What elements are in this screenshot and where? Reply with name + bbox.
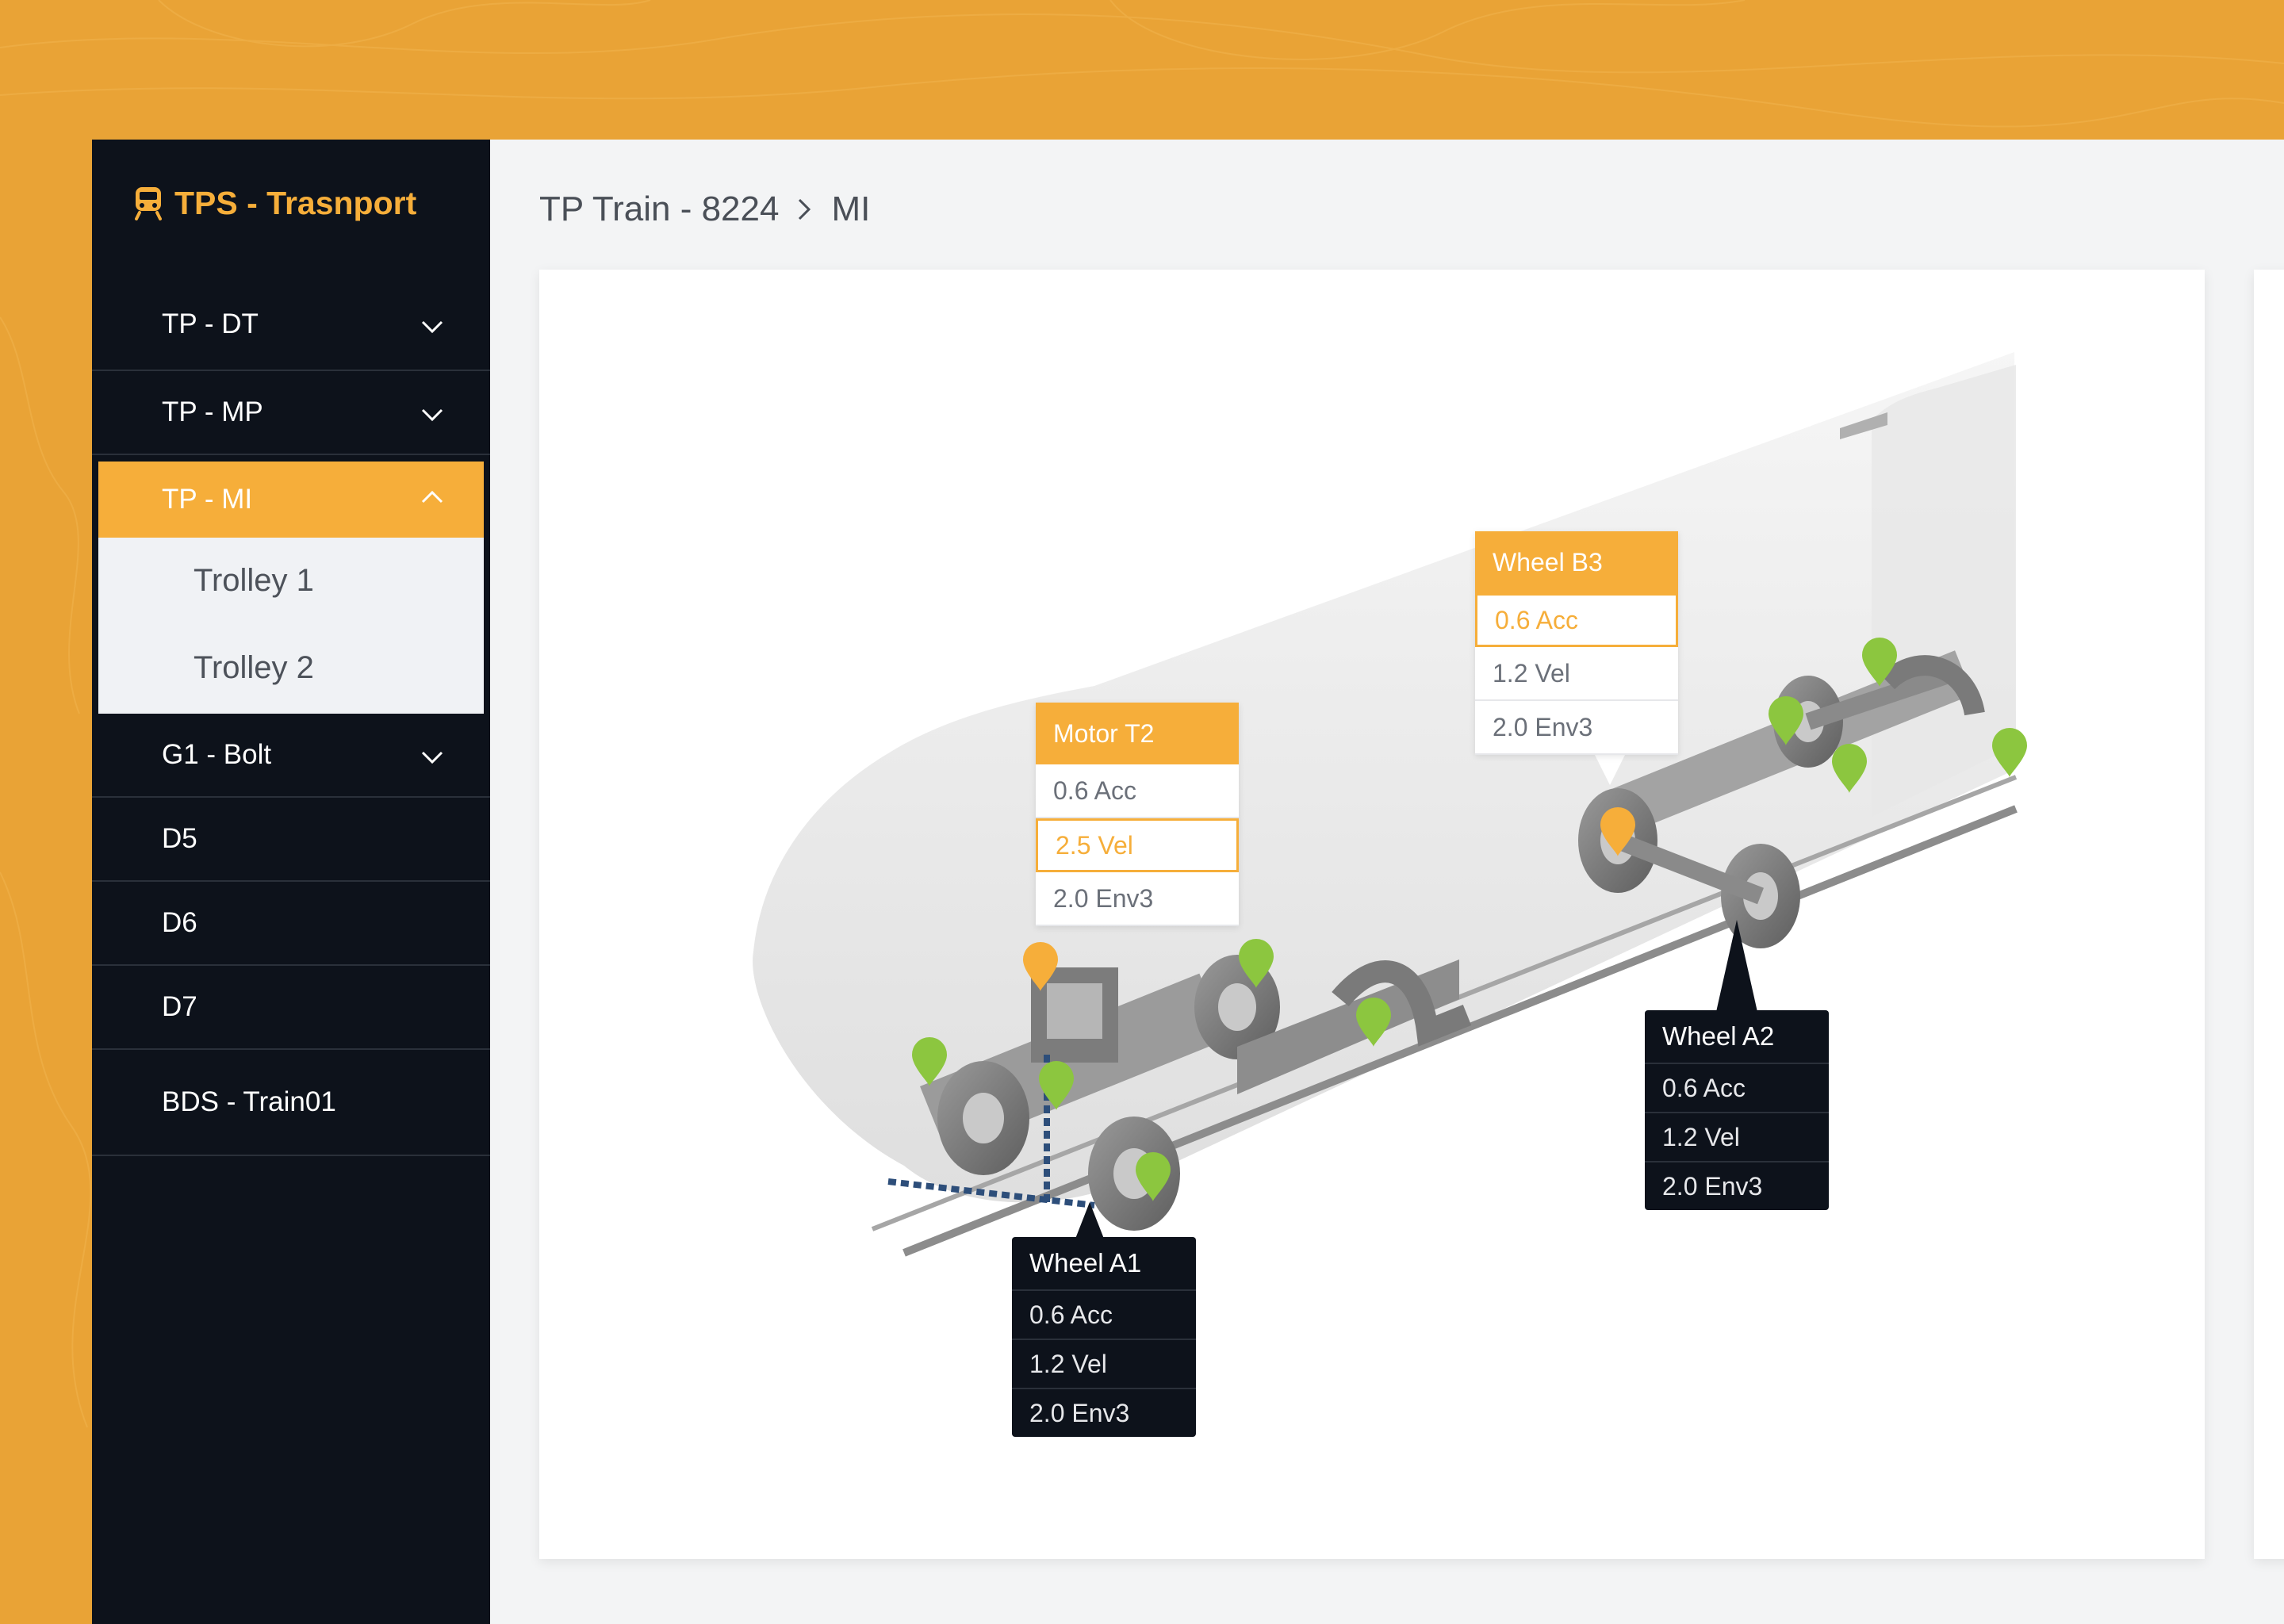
callout-value-acc: 0.6 Acc: [1645, 1063, 1829, 1112]
callout-value-acc-selected[interactable]: 0.6 Acc: [1475, 593, 1678, 647]
brand-name: TPS - Trasnport: [174, 184, 417, 221]
callout-title: Wheel A1: [1029, 1248, 1142, 1277]
callout-value-vel: 1.2 Vel: [1012, 1339, 1196, 1388]
sidebar-item-d5[interactable]: D5: [92, 798, 490, 882]
callout-value-env3: 2.0 Env3: [1645, 1161, 1829, 1210]
callout-value-vel: 1.2 Vel: [1645, 1112, 1829, 1161]
sidebar-item-label: D7: [162, 991, 197, 1022]
sidebar-item-label: BDS - Train01: [162, 1086, 336, 1117]
breadcrumb-parent[interactable]: TP Train - 8224: [539, 190, 779, 229]
sidebar-item-g1-bolt[interactable]: G1 - Bolt: [92, 714, 490, 798]
callout-title: Motor T2: [1036, 703, 1239, 764]
callout-value-vel: 1.2 Vel: [1475, 647, 1678, 701]
sidebar-item-bds-train01[interactable]: BDS - Train01: [92, 1050, 490, 1156]
sidebar-item-d6[interactable]: D6: [92, 882, 490, 966]
callout-value-env3: 2.0 Env3: [1012, 1388, 1196, 1437]
train-3d-model[interactable]: [539, 270, 2205, 1559]
breadcrumb: TP Train - 8224 MI: [539, 186, 870, 233]
callout-title: Wheel A2: [1662, 1021, 1775, 1051]
submenu-tp-mi: Trolley 1 Trolley 2: [98, 538, 484, 714]
sidebar-item-tp-dt[interactable]: TP - DT: [92, 279, 490, 371]
submenu-item-trolley-2[interactable]: Trolley 2: [194, 650, 314, 686]
train-model-card: Motor T2 0.6 Acc 2.5 Vel 2.0 Env3 Wheel …: [539, 270, 2205, 1559]
sidebar-nav: TP - DT TP - MP TP - MI Trolley 1 Trolle…: [92, 279, 490, 1156]
sidebar-item-label: TP - MI: [162, 484, 253, 515]
secondary-card-edge: [2254, 270, 2284, 1559]
sidebar-item-label: D6: [162, 907, 197, 938]
callout-wheel-a1[interactable]: Wheel A1 0.6 Acc 1.2 Vel 2.0 Env3: [1012, 1237, 1196, 1437]
sidebar-item-d7[interactable]: D7: [92, 966, 490, 1050]
chevron-up-icon: [421, 490, 443, 504]
chevron-down-icon: [421, 320, 443, 334]
brand[interactable]: TPS - Trasnport: [133, 179, 416, 227]
sidebar-item-label: TP - MP: [162, 396, 263, 427]
callout-motor-t2[interactable]: Motor T2 0.6 Acc 2.5 Vel 2.0 Env3: [1036, 703, 1239, 926]
chevron-right-icon: [799, 198, 811, 220]
main-content: TP Train - 8224 MI Motor T2 0.6 Acc 2.5 …: [490, 140, 2284, 1624]
callout-value-env3: 2.0 Env3: [1475, 701, 1678, 755]
submenu-item-trolley-1[interactable]: Trolley 1: [194, 563, 314, 599]
chevron-down-icon: [421, 751, 443, 764]
sidebar-item-label: TP - DT: [162, 308, 259, 339]
callout-value-acc: 0.6 Acc: [1012, 1289, 1196, 1339]
train-icon: [135, 187, 162, 220]
callout-value-env3: 2.0 Env3: [1036, 872, 1239, 926]
callout-value-acc: 0.6 Acc: [1036, 764, 1239, 818]
sidebar-item-tp-mi[interactable]: TP - MI: [98, 462, 484, 538]
breadcrumb-current: MI: [831, 190, 871, 228]
callout-wheel-a2[interactable]: Wheel A2 0.6 Acc 1.2 Vel 2.0 Env3: [1645, 1010, 1829, 1210]
callout-wheel-b3[interactable]: Wheel B3 0.6 Acc 1.2 Vel 2.0 Env3: [1475, 531, 1678, 755]
sidebar-item-label: G1 - Bolt: [162, 739, 272, 770]
callout-title: Wheel B3: [1475, 531, 1678, 593]
chevron-down-icon: [421, 408, 443, 422]
sidebar-item-label: D5: [162, 823, 197, 854]
sidebar: TPS - Trasnport TP - DT TP - MP TP - MI …: [92, 140, 490, 1624]
callout-value-vel-selected[interactable]: 2.5 Vel: [1036, 818, 1239, 872]
sidebar-item-tp-mp[interactable]: TP - MP: [92, 371, 490, 455]
